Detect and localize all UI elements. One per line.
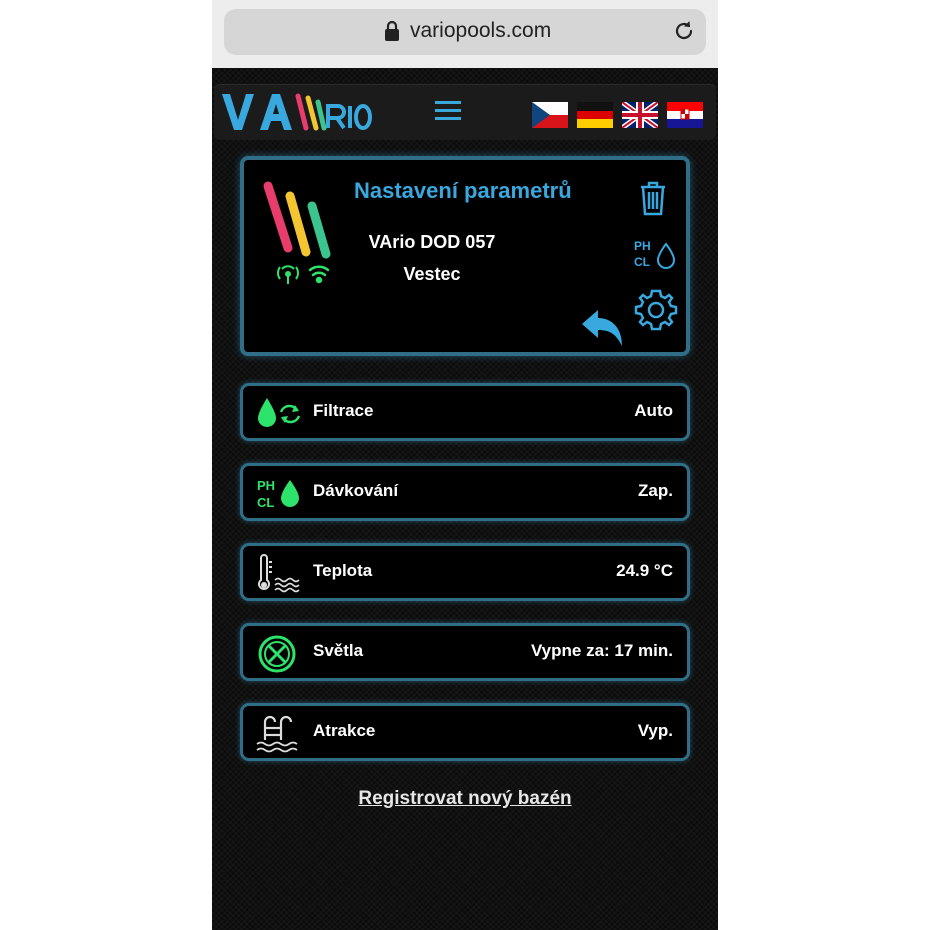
row-label: Světla (313, 641, 364, 660)
thermometer-icon (258, 554, 300, 593)
row-davkovani[interactable]: PH CL Dávkování Zap. (240, 463, 690, 521)
dosing-icon-ph: PH (257, 478, 275, 493)
row-label: Filtrace (313, 401, 374, 420)
vario-logo-icon (222, 93, 372, 131)
row-value: Auto (634, 401, 673, 420)
dosing-ph-cl-icon: PH CL (257, 478, 299, 510)
trash-icon[interactable] (638, 180, 668, 216)
url-text: variopools.com (410, 19, 552, 42)
device-location: Vestec (403, 264, 461, 284)
flag-uk-icon[interactable] (622, 102, 658, 128)
filtration-icon (258, 398, 301, 427)
reload-icon[interactable] (672, 19, 696, 43)
row-value: Vypne za: 17 min. (530, 641, 673, 660)
flag-de-icon[interactable] (577, 102, 613, 128)
gear-icon[interactable] (634, 288, 678, 332)
row-value: Zap. (638, 481, 673, 500)
row-label: Atrakce (313, 721, 376, 740)
row-label: Teplota (313, 561, 373, 580)
row-svetla[interactable]: Světla Vypne za: 17 min. (240, 623, 690, 681)
phone-screen: variopools.com Nastavení parametrů VArio… (212, 0, 718, 930)
row-teplota[interactable]: Teplota 24.9 °C (240, 543, 690, 601)
pool-ladder-icon (256, 715, 298, 753)
browser-bar: variopools.com (212, 0, 718, 68)
ph-cl-icon-ph: PH (634, 239, 651, 253)
address-bar[interactable]: variopools.com (224, 9, 706, 55)
flag-hr-icon[interactable] (667, 102, 703, 128)
device-name: VArio DOD 057 (368, 232, 496, 252)
light-icon (258, 635, 296, 673)
hamburger-menu-icon[interactable] (434, 98, 462, 124)
dosing-icon-cl: CL (257, 495, 274, 510)
ph-cl-icon-cl: CL (634, 255, 650, 269)
device-card: Nastavení parametrů VArio DOD 057 Vestec… (240, 156, 690, 356)
card-title: Nastavení parametrů (354, 178, 572, 203)
ph-cl-icon[interactable]: PH CL (632, 236, 676, 272)
row-atrakce[interactable]: Atrakce Vyp. (240, 703, 690, 761)
row-value: 24.9 °C (616, 561, 673, 580)
row-value: Vyp. (637, 721, 673, 740)
app-header (214, 84, 716, 140)
row-filtrace[interactable]: Filtrace Auto (240, 383, 690, 441)
language-switcher (532, 102, 703, 128)
flag-cz-icon[interactable] (532, 102, 568, 128)
lock-icon (385, 20, 399, 41)
register-pool-link[interactable]: Registrovat nový bazén (212, 788, 718, 810)
row-label: Dávkování (313, 481, 399, 500)
back-arrow-icon[interactable] (580, 306, 628, 350)
